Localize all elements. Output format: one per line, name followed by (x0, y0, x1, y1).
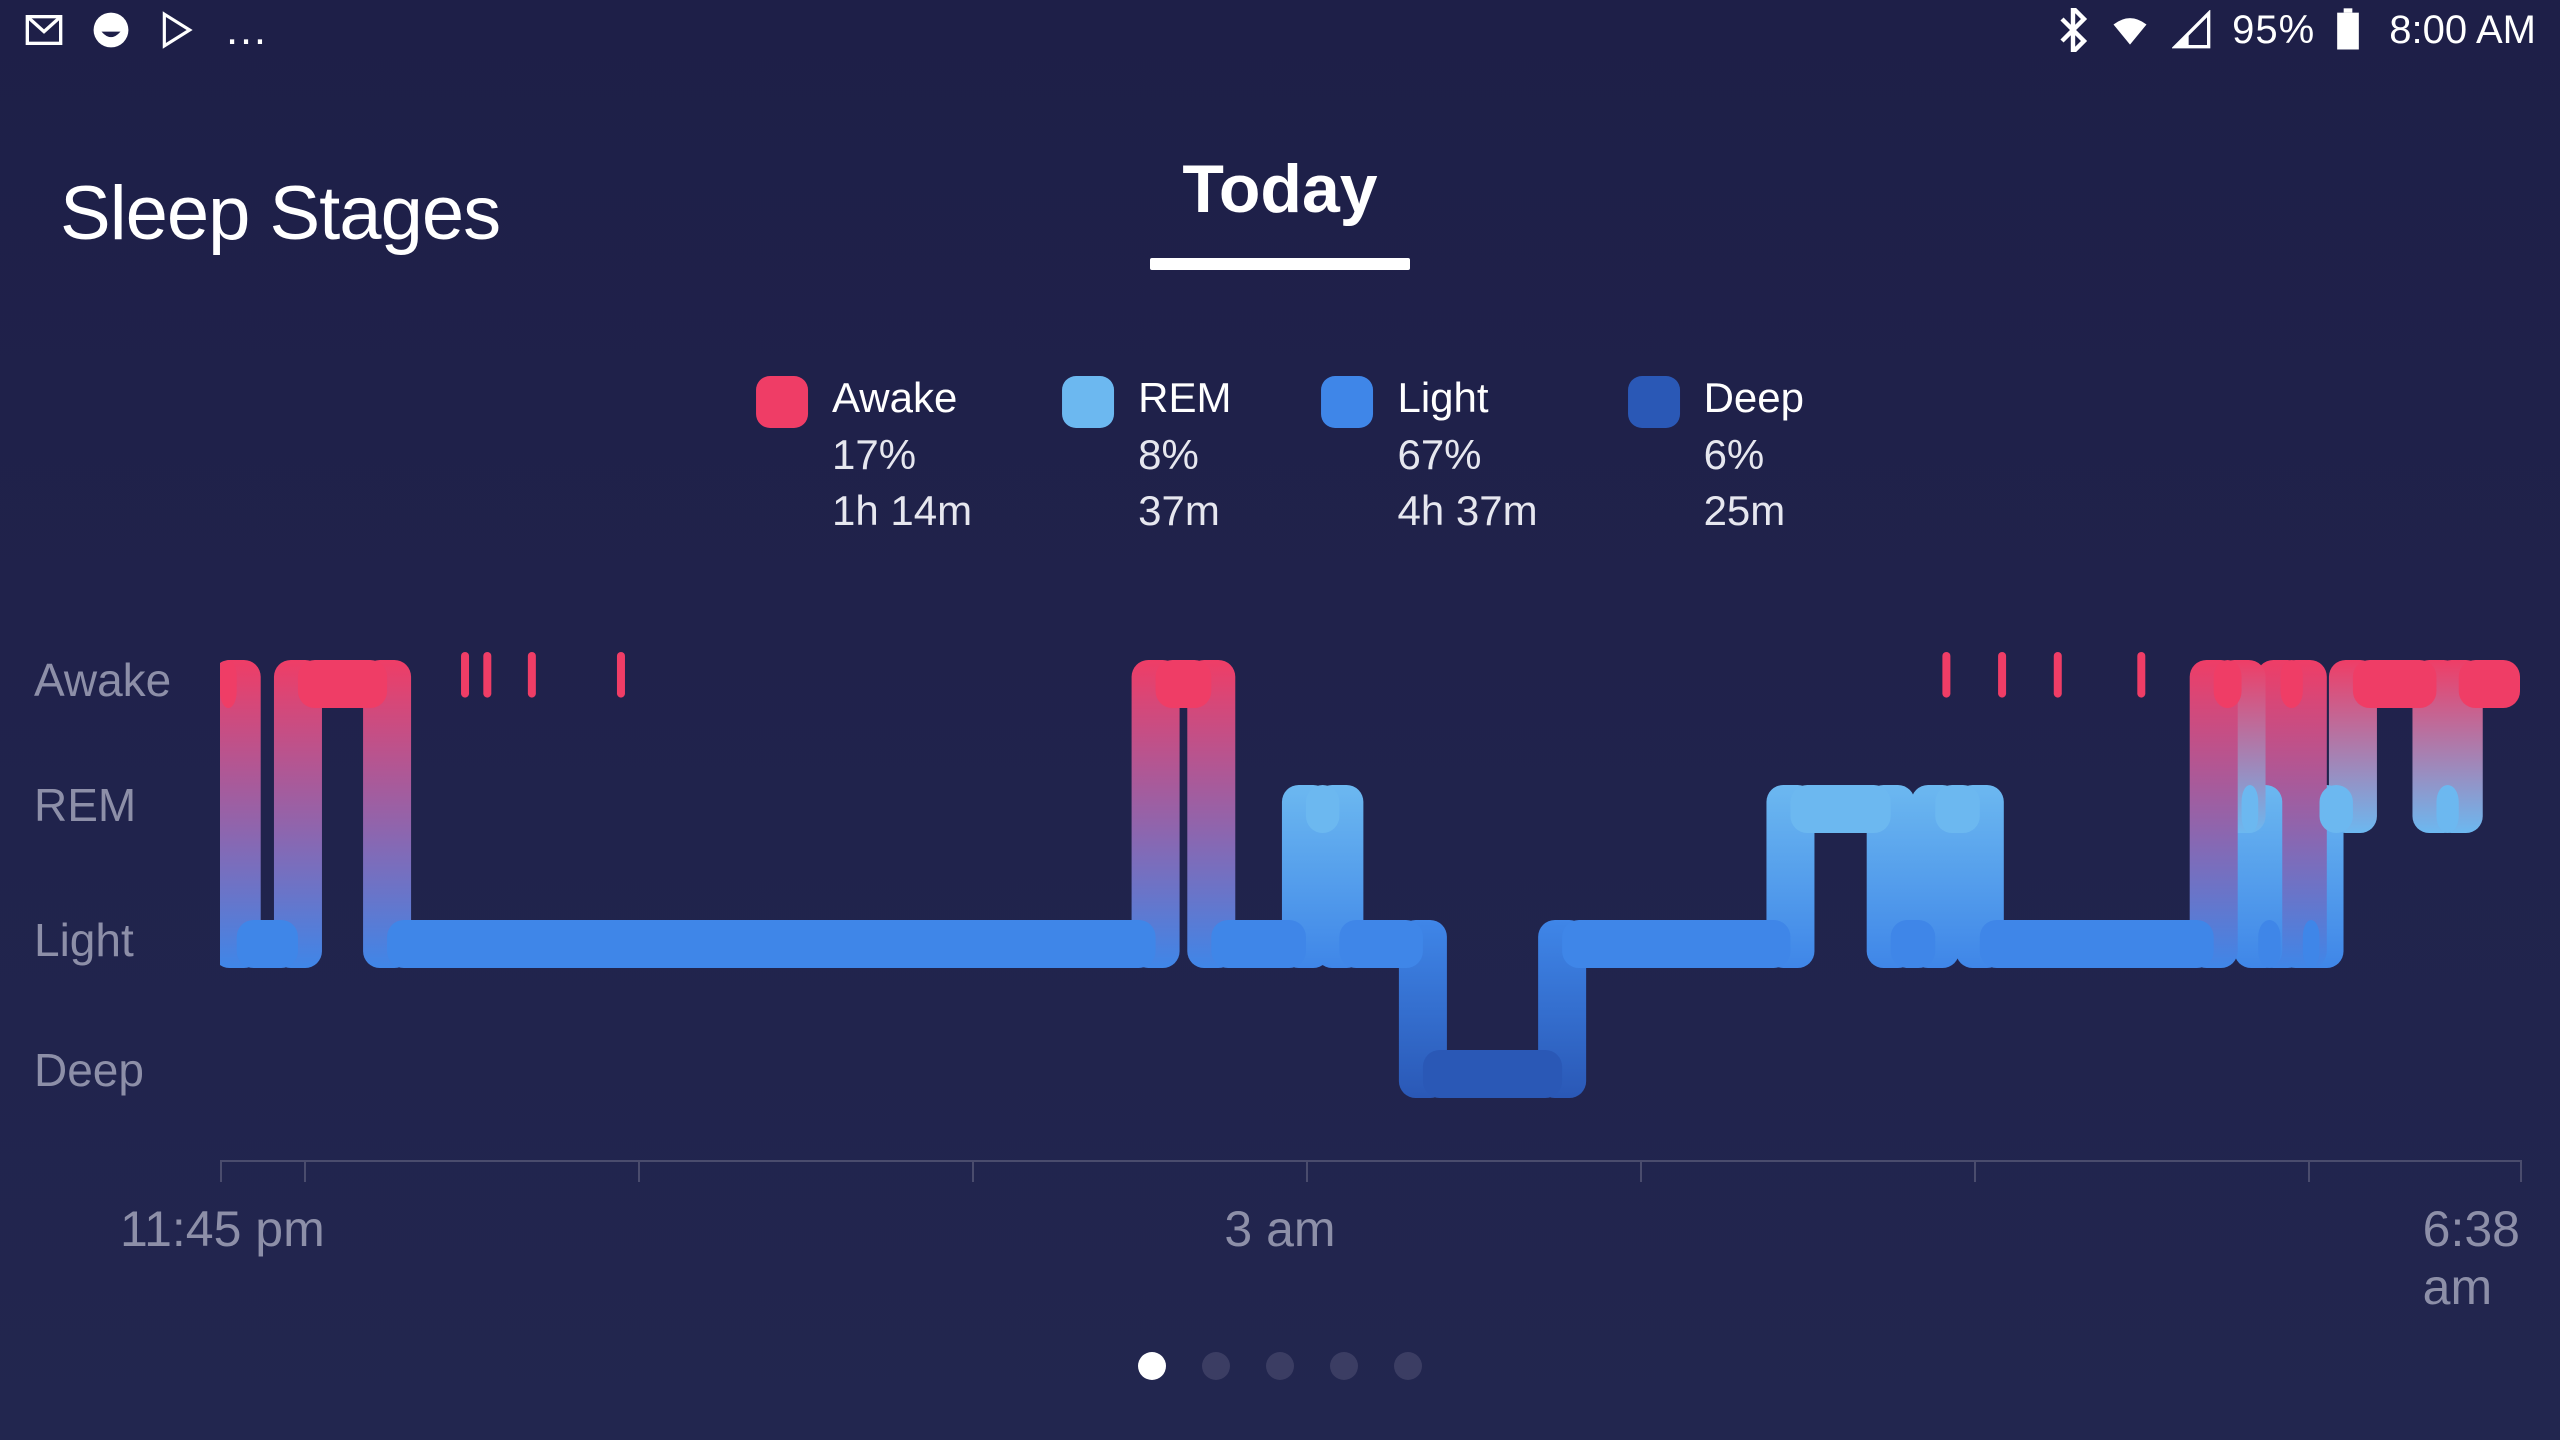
x-tick (1640, 1160, 1642, 1182)
stage-segment (1935, 785, 1980, 833)
stage-segment (1891, 920, 1936, 968)
x-tick (972, 1160, 974, 1182)
stage-segment (237, 920, 298, 968)
gmail-icon (24, 10, 64, 50)
android-status-bar: … 95% 8:00 AM (0, 0, 2560, 60)
chart-legend: Awake17%1h 14m REM8%37m Light67%4h 37m Deep… (756, 370, 1804, 540)
stage-segment (298, 660, 387, 708)
battery-percent: 95% (2232, 8, 2315, 53)
stage-segment (2242, 785, 2259, 833)
legend-swatch (756, 376, 808, 428)
stage-segment (1980, 920, 2214, 968)
stage-segment (1423, 1050, 1562, 1098)
pager-dot[interactable] (1394, 1352, 1422, 1380)
status-clock: 8:00 AM (2389, 8, 2536, 53)
legend-text: REM8%37m (1138, 370, 1231, 540)
legend-text: Deep6%25m (1704, 370, 1804, 540)
pager-dot[interactable] (1266, 1352, 1294, 1380)
stage-segment (1790, 785, 1890, 833)
stage-segment (387, 920, 1156, 968)
x-end-label: 6:38 am (2423, 1200, 2520, 1316)
stage-segment (2281, 660, 2303, 708)
x-tick (2308, 1160, 2310, 1182)
circle-smile-icon (92, 11, 130, 49)
x-tick (304, 1160, 306, 1182)
legend-item: REM8%37m (1062, 370, 1231, 540)
x-tick (638, 1160, 640, 1182)
stage-segment (2214, 660, 2242, 708)
cell-signal-icon (2172, 10, 2212, 50)
pager-dot[interactable] (1138, 1352, 1166, 1380)
x-tick (1306, 1160, 1308, 1182)
stage-segment (1562, 920, 1790, 968)
y-label: REM (34, 778, 136, 832)
x-mid-label: 3 am (1224, 1200, 1335, 1258)
y-label: Light (34, 913, 134, 967)
chart-plot (220, 640, 2520, 1140)
legend-item: Deep6%25m (1628, 370, 1804, 540)
pager-dot[interactable] (1330, 1352, 1358, 1380)
bluetooth-icon (2058, 8, 2088, 52)
stage-segment (1339, 920, 1423, 968)
stage-segment (2459, 660, 2520, 708)
stage-segment (2303, 920, 2320, 968)
x-axis-line (220, 1160, 2520, 1162)
battery-icon (2335, 8, 2361, 52)
stage-segment (1156, 660, 1212, 708)
stage-segment (2436, 785, 2458, 833)
y-label: Awake (34, 653, 171, 707)
stage-segment (2258, 920, 2280, 968)
stage-segment (1306, 785, 1339, 833)
legend-item: Light67%4h 37m (1321, 370, 1537, 540)
legend-item: Awake17%1h 14m (756, 370, 972, 540)
wifi-icon (2108, 8, 2152, 52)
legend-swatch (1628, 376, 1680, 428)
stage-segment (1211, 920, 1306, 968)
stage-segment (2353, 660, 2437, 708)
x-start-label: 11:45 pm (120, 1200, 325, 1258)
x-tick (220, 1160, 222, 1182)
date-underline (1150, 258, 1410, 270)
legend-swatch (1321, 376, 1373, 428)
x-tick (2520, 1160, 2522, 1182)
page-indicator[interactable] (1138, 1352, 1422, 1380)
sleep-stage-chart[interactable]: AwakeREMLightDeep 11:45 pm 3 am 6:38 am (0, 640, 2560, 1200)
play-store-icon (158, 11, 196, 49)
pager-dot[interactable] (1202, 1352, 1230, 1380)
stage-segment (220, 660, 237, 708)
legend-text: Light67%4h 37m (1397, 370, 1537, 540)
x-tick (1974, 1160, 1976, 1182)
legend-text: Awake17%1h 14m (832, 370, 972, 540)
date-label: Today (1150, 150, 1410, 228)
legend-swatch (1062, 376, 1114, 428)
y-label: Deep (34, 1043, 144, 1097)
more-notifications-icon: … (224, 5, 272, 55)
stage-segment (2320, 785, 2353, 833)
page-title: Sleep Stages (60, 170, 500, 257)
date-selector[interactable]: Today (1150, 150, 1410, 270)
